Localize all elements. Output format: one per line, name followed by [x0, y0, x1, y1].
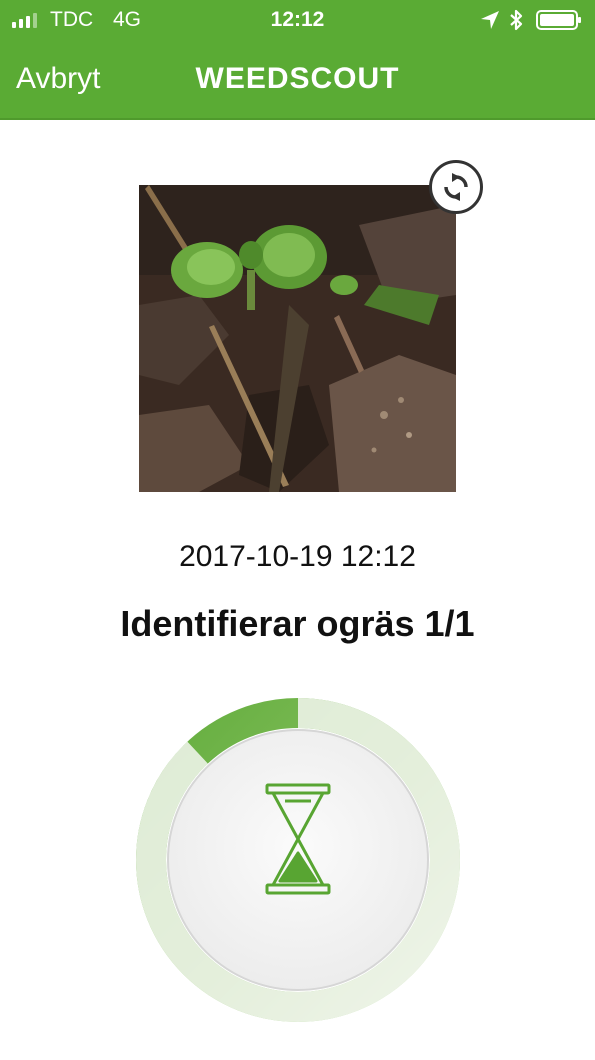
- status-time: 12:12: [270, 8, 325, 31]
- photo-timestamp: 2017-10-19 12:12: [179, 540, 416, 573]
- progress-ring: [136, 698, 460, 1022]
- rotate-button[interactable]: [429, 160, 483, 214]
- status-bar: TDC 4G 12:12: [0, 0, 595, 40]
- header: TDC 4G 12:12 Avbryt WEEDSCOUT: [0, 0, 595, 120]
- page-title: WEEDSCOUT: [195, 62, 400, 95]
- identification-status: Identifierar ogräs 1/1: [120, 603, 475, 644]
- bluetooth-icon: [510, 9, 523, 31]
- battery-icon: [536, 10, 581, 30]
- plant-image: [139, 185, 456, 492]
- nav-bar: Avbryt WEEDSCOUT: [0, 40, 595, 120]
- location-icon: [481, 11, 499, 29]
- rotate-icon: [444, 173, 468, 201]
- weed-photo: [139, 185, 456, 492]
